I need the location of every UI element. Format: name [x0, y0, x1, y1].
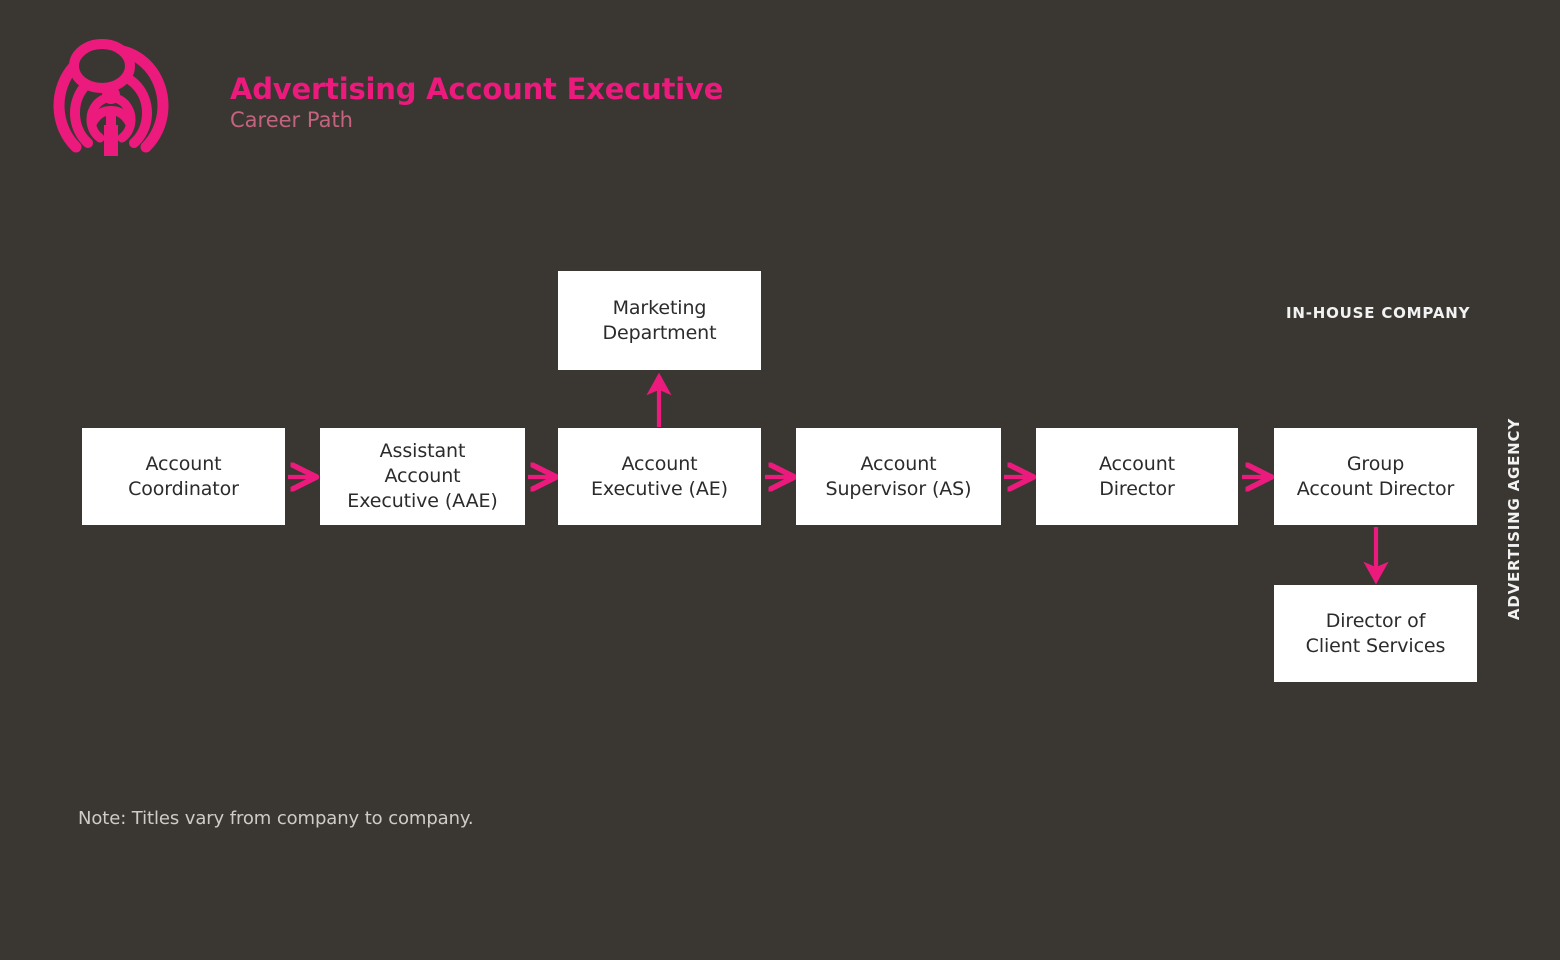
node-group-account-director[interactable]: Group Account Director	[1274, 428, 1477, 525]
node-label: Marketing Department	[602, 296, 717, 344]
label-advertising-agency: ADVERTISING AGENCY	[1505, 418, 1523, 621]
node-label: Account Supervisor (AS)	[825, 452, 972, 500]
footnote-note: Note: Titles vary from company to compan…	[78, 808, 474, 829]
node-label: Account Coordinator	[128, 452, 239, 500]
node-label: Group Account Director	[1296, 452, 1455, 500]
node-marketing-department[interactable]: Marketing Department	[558, 271, 761, 370]
node-label: Account Executive (AE)	[591, 452, 728, 500]
node-assistant-account-executive[interactable]: Assistant Account Executive (AAE)	[320, 428, 525, 525]
node-account-supervisor[interactable]: Account Supervisor (AS)	[796, 428, 1001, 525]
label-in-house-company: IN-HOUSE COMPANY	[1286, 304, 1471, 322]
node-label: Account Director	[1098, 452, 1175, 500]
node-label: Assistant Account Executive (AAE)	[347, 440, 498, 512]
node-account-director[interactable]: Account Director	[1036, 428, 1238, 525]
node-director-of-client-services[interactable]: Director of Client Services	[1274, 585, 1477, 682]
node-account-executive[interactable]: Account Executive (AE)	[558, 428, 761, 525]
node-label: Director of Client Services	[1305, 609, 1446, 657]
node-account-coordinator[interactable]: Account Coordinator	[82, 428, 285, 525]
